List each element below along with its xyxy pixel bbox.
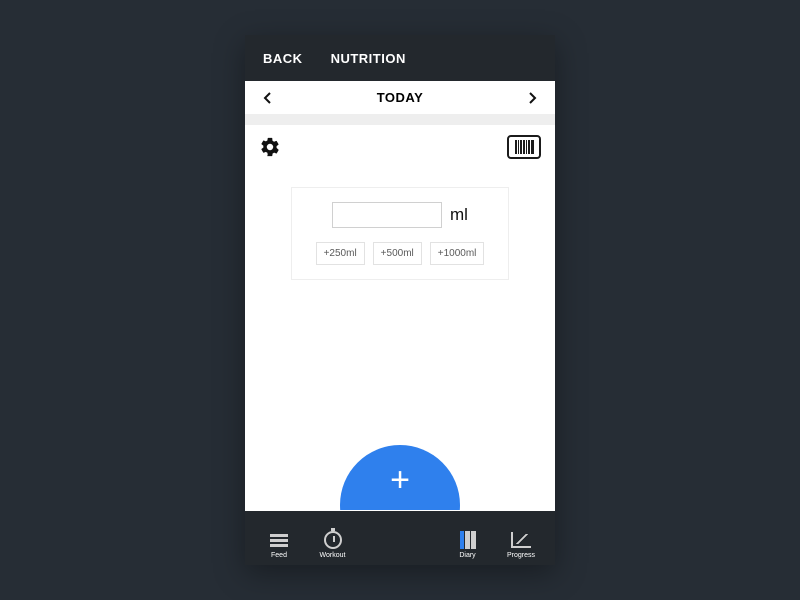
gear-icon[interactable] <box>259 136 281 158</box>
toolbar <box>245 125 555 169</box>
tab-workout[interactable]: Workout <box>307 531 359 559</box>
preset-row: +250ml +500ml +1000ml <box>316 242 485 265</box>
top-bar: BACK NUTRITION <box>245 35 555 81</box>
tab-bar: Feed Workout Diary Progress <box>245 511 555 565</box>
tab-diary[interactable]: Diary <box>442 531 494 559</box>
preset-250-button[interactable]: +250ml <box>316 242 365 265</box>
chevron-right-icon[interactable] <box>523 89 541 107</box>
water-unit-label: ml <box>450 205 468 225</box>
tab-label: Progress <box>507 552 535 559</box>
date-bar: TODAY <box>245 81 555 115</box>
chevron-left-icon[interactable] <box>259 89 277 107</box>
tab-label: Workout <box>320 552 346 559</box>
water-input-row: ml <box>332 202 468 228</box>
screen-title: NUTRITION <box>331 51 406 66</box>
plus-icon: + <box>390 463 410 497</box>
tab-label: Feed <box>271 552 287 559</box>
date-label: TODAY <box>377 90 424 105</box>
preset-1000-button[interactable]: +1000ml <box>430 242 485 265</box>
tab-progress[interactable]: Progress <box>495 531 547 559</box>
app-frame: BACK NUTRITION TODAY ml +250ml <box>245 35 555 565</box>
preset-500-button[interactable]: +500ml <box>373 242 422 265</box>
water-amount-input[interactable] <box>332 202 442 228</box>
water-card: ml +250ml +500ml +1000ml <box>291 187 509 280</box>
barcode-icon[interactable] <box>507 135 541 159</box>
tab-label: Diary <box>459 552 475 559</box>
tab-feed[interactable]: Feed <box>253 531 305 559</box>
progress-icon <box>511 531 531 549</box>
feed-icon <box>269 531 289 549</box>
diary-icon <box>458 531 478 549</box>
back-button[interactable]: BACK <box>263 51 303 66</box>
sub-bar <box>245 115 555 125</box>
workout-icon <box>323 531 343 549</box>
